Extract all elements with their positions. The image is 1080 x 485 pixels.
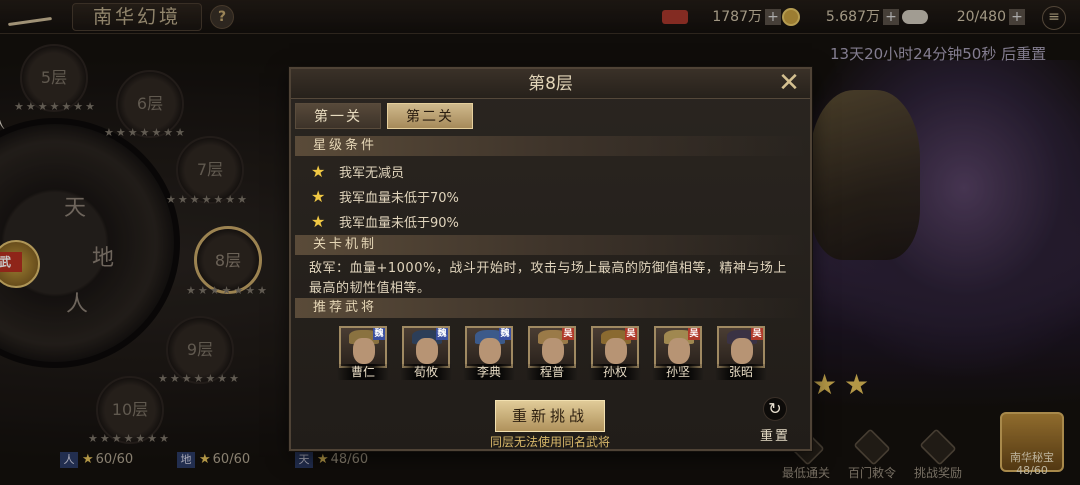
hero-name: 曹仁 [337,364,389,380]
hero-name: 张昭 [715,364,767,380]
hero-card[interactable]: 魏 荀攸 [400,326,452,380]
refresh-icon: ↻ [763,397,787,421]
floor-detail-dialog: 第8层 ✕ 第一关 第二关 星级条件 ★ 我军无减员 ★ 我军血量未低于70% ★ 我… [289,67,812,451]
hero-name: 程普 [526,364,578,380]
tab-stage-1[interactable]: 第一关 [295,103,381,129]
mechanism-description: 敌军：血量+1000%，战斗开始时，攻击与场上最高的防御值相等，精神与场上最高的… [309,261,787,296]
hero-card[interactable]: 吴 孙权 [589,326,641,380]
hero-name: 李典 [463,364,515,380]
recommended-heroes-header: 推荐武将 [295,298,806,318]
kingdom-badge: 魏 [436,328,448,340]
dialog-title: 第8层 [528,74,573,94]
hero-portrait: 吴 [528,326,576,368]
close-icon[interactable]: ✕ [777,70,801,96]
mechanism-header: 关卡机制 [295,235,806,255]
rechallenge-button[interactable]: 重新挑战 [495,400,605,432]
hero-portrait: 魏 [465,326,513,368]
kingdom-badge: 吴 [751,328,763,340]
reset-label: 重置 [759,429,790,444]
dialog-header: 第8层 ✕ [291,69,810,99]
hero-card[interactable]: 吴 孙坚 [652,326,704,380]
star-icon: ★ [311,162,326,181]
hero-card[interactable]: 吴 程普 [526,326,578,380]
star-icon: ★ [311,187,326,206]
reset-button[interactable]: ↻ 重置 [753,397,797,444]
hero-portrait: 魏 [402,326,450,368]
hero-portrait: 魏 [339,326,387,368]
condition-item: ★ 我军血量未低于90% [311,212,459,231]
condition-item: ★ 我军血量未低于70% [311,187,459,206]
hero-portrait: 吴 [654,326,702,368]
kingdom-badge: 吴 [562,328,574,340]
hero-name: 孙权 [589,364,641,380]
hero-portrait: 吴 [717,326,765,368]
recommended-heroes-list: 魏 曹仁 魏 荀攸 魏 李典 吴 程普 吴 孙权 吴 孙坚 吴 张昭 [337,326,777,382]
hero-card[interactable]: 魏 李典 [463,326,515,380]
star-icon: ★ [311,212,326,231]
hero-portrait: 吴 [591,326,639,368]
kingdom-badge: 吴 [625,328,637,340]
hero-card[interactable]: 吴 张昭 [715,326,767,380]
kingdom-badge: 魏 [373,328,385,340]
hero-name: 荀攸 [400,364,452,380]
condition-item: ★ 我军无减员 [311,162,405,181]
kingdom-badge: 吴 [688,328,700,340]
hero-name: 孙坚 [652,364,704,380]
hero-restriction-hint: 同层无法使用同名武将 [489,435,610,449]
kingdom-badge: 魏 [499,328,511,340]
star-conditions-header: 星级条件 [295,136,806,156]
hero-card[interactable]: 魏 曹仁 [337,326,389,380]
tab-stage-2[interactable]: 第二关 [387,103,473,129]
